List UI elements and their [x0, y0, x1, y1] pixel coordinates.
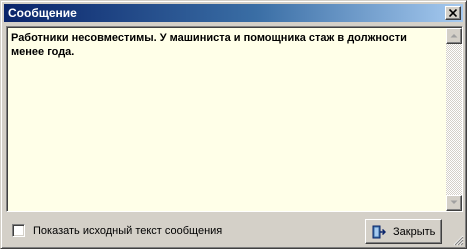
exit-door-icon: [372, 225, 386, 239]
message-dialog: Сообщение Работники несовместимы. У маши…: [0, 0, 467, 249]
scroll-up-button[interactable]: [446, 28, 462, 44]
scroll-down-button[interactable]: [446, 195, 462, 211]
resize-grip-icon[interactable]: [453, 235, 464, 246]
message-text: Работники несовместимы. У машиниста и по…: [11, 32, 407, 58]
close-button[interactable]: Закрыть: [365, 219, 442, 244]
window-title: Сообщение: [8, 6, 77, 20]
vertical-scrollbar[interactable]: [446, 28, 462, 211]
close-icon: [449, 9, 457, 17]
show-source-checkbox[interactable]: [12, 224, 25, 237]
title-bar[interactable]: Сообщение: [4, 4, 463, 22]
message-textbox[interactable]: Работники несовместимы. У машиниста и по…: [6, 26, 463, 212]
show-source-label[interactable]: Показать исходный текст сообщения: [33, 224, 222, 238]
close-button-label: Закрыть: [393, 226, 436, 238]
arrow-up-icon: [450, 34, 458, 38]
title-close-button[interactable]: [445, 6, 461, 20]
arrow-down-icon: [450, 200, 458, 204]
